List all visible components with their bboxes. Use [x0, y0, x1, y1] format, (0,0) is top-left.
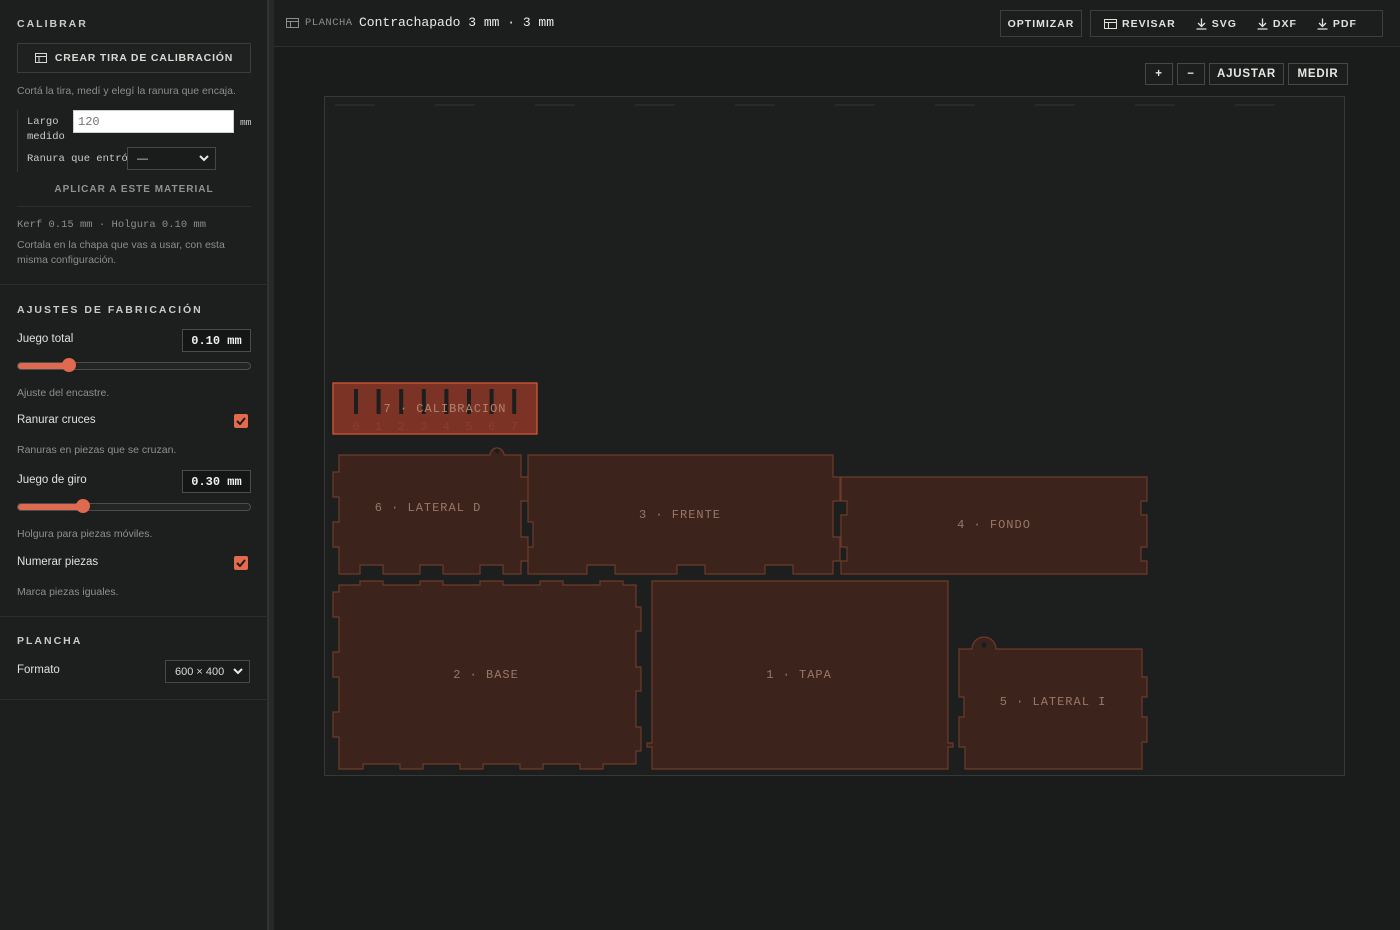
ranurar-desc: Ranuras en piezas que se cruzan. — [17, 444, 177, 456]
sidebar: CALIBRAR CREAR TIRA DE CALIBRACIÓN Cortá… — [0, 0, 268, 930]
label-lateral-d: 6 · LATERAL D — [375, 501, 482, 515]
export-pdf-label: PDF — [1332, 17, 1357, 30]
export-svg-label: SVG — [1211, 17, 1237, 30]
app-root: CALIBRAR CREAR TIRA DE CALIBRACIÓN Cortá… — [0, 0, 1400, 930]
calibration-slot — [512, 389, 517, 414]
sheet-label: PLANCHA — [305, 17, 353, 29]
calibration-note-line2: misma configuración. — [17, 254, 117, 266]
plancha-title: PLANCHA — [17, 635, 83, 647]
ranura-value: — — [137, 152, 148, 165]
formato-select[interactable]: 600 × 400 — [165, 660, 250, 683]
largo-label: Largo medido — [27, 115, 65, 145]
download-icon — [1257, 18, 1268, 30]
juego-giro-desc: Holgura para piezas móviles. — [17, 528, 153, 540]
zoom-out-button[interactable]: − — [1177, 63, 1205, 85]
juego-total-label: Juego total — [17, 333, 74, 345]
chevron-down-icon — [233, 668, 243, 675]
grid-icon — [1104, 18, 1117, 29]
ajustes-section: AJUSTES DE FABRICACIÓN Juego total 0.10 … — [0, 285, 268, 617]
sheet-name: Contrachapado 3 mm · 3 mm — [359, 15, 555, 30]
numerar-label: Numerar piezas — [17, 556, 99, 568]
largo-unit: mm — [240, 117, 252, 128]
check-icon — [236, 417, 246, 425]
calibration-digit: 0 — [352, 420, 359, 434]
juego-giro-input[interactable]: 0.30 mm — [182, 470, 251, 493]
juego-total-input[interactable]: 0.10 mm — [182, 329, 251, 352]
juego-total-slider[interactable] — [17, 358, 251, 372]
label-lateral-i: 5 · LATERAL I — [1000, 695, 1107, 709]
sheet-area: 0 1 2 3 4 5 6 7 7 · CALIBRACION 6 · LATERAL D 3… — [324, 96, 1345, 776]
calibration-digit: 6 — [488, 420, 495, 434]
review-button[interactable]: REVISAR — [1091, 11, 1186, 36]
review-label: REVISAR — [1122, 17, 1176, 30]
export-group: REVISAR SVG DXF PDF — [1090, 10, 1383, 37]
chevron-down-icon — [199, 155, 209, 162]
largo-label-line2: medido — [27, 131, 65, 143]
zoom-in-button[interactable]: + — [1145, 63, 1173, 85]
calibration-note-line1: Cortala en la chapa que vas a usar, con … — [17, 239, 225, 251]
label-frente: 3 · FRENTE — [639, 508, 721, 522]
create-strip-button[interactable]: CREAR TIRA DE CALIBRACIÓN — [17, 43, 251, 73]
calibration-note: Cortala en la chapa que vas a usar, con … — [17, 238, 225, 268]
numerar-desc: Marca piezas iguales. — [17, 586, 119, 598]
calibration-status: Kerf 0.15 mm · Holgura 0.10 mm — [17, 219, 207, 231]
export-svg-button[interactable]: SVG — [1186, 11, 1247, 36]
export-dxf-button[interactable]: DXF — [1247, 11, 1307, 36]
formato-value: 600 × 400 — [175, 665, 225, 678]
export-dxf-label: DXF — [1272, 17, 1297, 30]
label-base: 2 · BASE — [453, 668, 519, 682]
largo-label-line1: Largo — [27, 116, 59, 128]
layout-canvas[interactable]: + − AJUSTAR MEDIR 0 1 2 3 4 5 6 7 7 · CA… — [274, 48, 1400, 930]
measure-button[interactable]: MEDIR — [1288, 63, 1348, 85]
juego-total-knob[interactable] — [62, 358, 76, 372]
juego-giro-slider[interactable] — [17, 499, 251, 513]
largo-input[interactable] — [73, 110, 234, 133]
juego-total-desc: Ajuste del encastre. — [17, 387, 110, 399]
calibration-digit: 2 — [398, 420, 405, 434]
plancha-section: PLANCHA Formato 600 × 400 — [0, 617, 268, 700]
ranurar-checkbox[interactable] — [234, 414, 248, 428]
numerar-checkbox[interactable] — [234, 556, 248, 570]
calibration-slot — [376, 389, 381, 414]
juego-giro-label: Juego de giro — [17, 474, 87, 486]
calibration-digit: 3 — [420, 420, 427, 434]
calibrar-title: CALIBRAR — [17, 18, 88, 30]
ranura-select[interactable]: — — [127, 147, 216, 170]
ajustes-title: AJUSTES DE FABRICACIÓN — [17, 304, 203, 316]
check-icon — [236, 559, 246, 567]
calibration-slot — [354, 389, 358, 414]
calibrar-hint: Cortá la tira, medí y elegí la ranura qu… — [17, 85, 236, 97]
ranurar-label: Ranurar cruces — [17, 414, 96, 426]
fit-button[interactable]: AJUSTAR — [1209, 63, 1284, 85]
juego-giro-knob[interactable] — [76, 499, 90, 513]
optimize-button[interactable]: OPTIMIZAR — [1000, 10, 1082, 37]
label-fondo: 4 · FONDO — [957, 518, 1031, 532]
optimize-label: OPTIMIZAR — [1007, 17, 1075, 30]
download-icon — [1196, 18, 1207, 30]
ranura-label: Ranura que entró — [27, 153, 128, 165]
grid-icon — [34, 53, 47, 63]
calibrar-section: CALIBRAR CREAR TIRA DE CALIBRACIÓN Cortá… — [0, 0, 268, 285]
juego-giro-fill — [18, 504, 83, 510]
nesting-layout: 0 1 2 3 4 5 6 7 7 · CALIBRACION 6 · LATERAL D 3… — [332, 104, 1335, 770]
top-toolbar: PLANCHA Contrachapado 3 mm · 3 mm OPTIMI… — [274, 0, 1400, 47]
apply-material-button[interactable]: APLICAR A ESTE MATERIAL — [17, 184, 251, 204]
label-tapa: 1 · TAPA — [766, 668, 832, 682]
divider — [17, 206, 251, 207]
sheet-icon — [286, 18, 299, 28]
formato-label: Formato — [17, 664, 60, 676]
download-icon — [1317, 18, 1328, 30]
label-calibracion: 7 · CALIBRACION — [383, 402, 506, 416]
create-strip-label: CREAR TIRA DE CALIBRACIÓN — [54, 52, 234, 64]
calibration-form: Largo medido mm Ranura que entró — — [17, 110, 251, 172]
calibration-digit: 1 — [375, 420, 382, 434]
export-pdf-button[interactable]: PDF — [1307, 11, 1367, 36]
calibration-digit: 7 — [511, 420, 518, 434]
calibration-digit: 4 — [443, 420, 450, 434]
calibration-digit: 5 — [465, 420, 472, 434]
